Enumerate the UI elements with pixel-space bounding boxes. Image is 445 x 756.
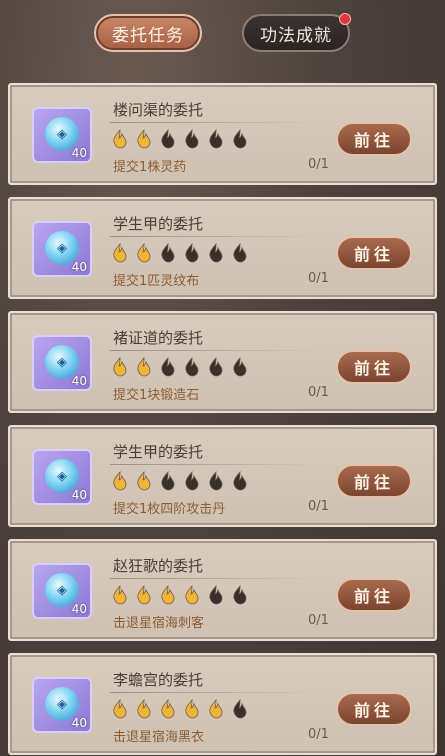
- flame-lit-icon: [134, 698, 154, 719]
- difficulty-flames: [110, 356, 254, 377]
- flame-lit-icon: [182, 698, 202, 719]
- flame-lit-icon: [110, 584, 130, 605]
- flame-lit-icon: [206, 698, 226, 719]
- quest-title: 学生甲的委托: [113, 443, 204, 461]
- quest-card: ◈ 40 赵狂歌的委托 击退星宿海刺客 0/1 前往: [8, 539, 437, 641]
- reward-item-slot[interactable]: ◈ 40: [32, 335, 92, 391]
- quest-card: ◈ 40 李蟾宫的委托 击退星宿海黑衣 0/1 前往: [8, 653, 437, 755]
- flame-unlit-icon: [206, 128, 226, 149]
- flame-unlit-icon: [206, 242, 226, 263]
- quest-card: ◈ 40 褚证道的委托 提交1块锻造石 0/1 前往: [8, 311, 437, 413]
- flame-lit-icon: [110, 242, 130, 263]
- quest-description: 击退星宿海黑衣: [113, 730, 205, 745]
- item-count: 40: [71, 260, 87, 274]
- flame-unlit-icon: [158, 242, 178, 263]
- difficulty-flames: [110, 584, 254, 605]
- quest-card: ◈ 40 学生甲的委托 提交1匹灵纹布 0/1 前往: [8, 197, 437, 299]
- title-divider: [110, 692, 322, 693]
- notification-dot: [339, 13, 351, 25]
- flame-unlit-icon: [158, 356, 178, 377]
- flame-unlit-icon: [158, 470, 178, 491]
- quest-description: 提交1株灵药: [113, 160, 187, 175]
- tab-skill-achievements-label: 功法成就: [260, 25, 332, 46]
- quest-description: 击退星宿海刺客: [113, 616, 205, 631]
- quest-progress: 0/1: [308, 271, 329, 286]
- flame-unlit-icon: [206, 470, 226, 491]
- reward-item-slot[interactable]: ◈ 40: [32, 677, 92, 733]
- flame-unlit-icon: [230, 698, 250, 719]
- flame-lit-icon: [110, 698, 130, 719]
- item-count: 40: [71, 374, 87, 388]
- title-divider: [110, 122, 322, 123]
- flame-unlit-icon: [230, 242, 250, 263]
- go-button[interactable]: 前往: [336, 692, 412, 726]
- difficulty-flames: [110, 128, 254, 149]
- quest-title: 褚证道的委托: [113, 329, 204, 347]
- quest-progress: 0/1: [308, 613, 329, 628]
- flame-lit-icon: [134, 584, 154, 605]
- difficulty-flames: [110, 242, 254, 263]
- reward-item-slot[interactable]: ◈ 40: [32, 563, 92, 619]
- title-divider: [110, 350, 322, 351]
- quest-card: ◈ 40 楼问渠的委托 提交1株灵药 0/1 前往: [8, 83, 437, 185]
- flame-unlit-icon: [230, 356, 250, 377]
- quest-description: 提交1枚四阶攻击丹: [113, 502, 226, 517]
- quest-title: 赵狂歌的委托: [113, 557, 204, 575]
- quest-description: 提交1块锻造石: [113, 388, 200, 403]
- flame-lit-icon: [134, 356, 154, 377]
- go-button[interactable]: 前往: [336, 464, 412, 498]
- tab-commission-tasks[interactable]: 委托任务: [94, 14, 202, 52]
- flame-lit-icon: [110, 470, 130, 491]
- flame-unlit-icon: [206, 584, 226, 605]
- quest-progress: 0/1: [308, 157, 329, 172]
- quest-title: 楼问渠的委托: [113, 101, 204, 119]
- quest-progress: 0/1: [308, 727, 329, 742]
- flame-unlit-icon: [182, 128, 202, 149]
- flame-unlit-icon: [182, 242, 202, 263]
- item-count: 40: [71, 716, 87, 730]
- flame-unlit-icon: [230, 128, 250, 149]
- title-divider: [110, 236, 322, 237]
- flame-lit-icon: [110, 128, 130, 149]
- flame-lit-icon: [134, 128, 154, 149]
- tab-bar: 委托任务 功法成就: [0, 13, 445, 54]
- title-divider: [110, 464, 322, 465]
- title-divider: [110, 578, 322, 579]
- go-button[interactable]: 前往: [336, 236, 412, 270]
- quest-description: 提交1匹灵纹布: [113, 274, 200, 289]
- flame-unlit-icon: [182, 356, 202, 377]
- reward-item-slot[interactable]: ◈ 40: [32, 449, 92, 505]
- flame-unlit-icon: [182, 470, 202, 491]
- item-count: 40: [71, 602, 87, 616]
- flame-lit-icon: [158, 584, 178, 605]
- quest-progress: 0/1: [308, 385, 329, 400]
- quest-title: 李蟾宫的委托: [113, 671, 204, 689]
- go-button[interactable]: 前往: [336, 122, 412, 156]
- flame-lit-icon: [110, 356, 130, 377]
- difficulty-flames: [110, 698, 254, 719]
- quest-card: ◈ 40 学生甲的委托提交1枚四阶攻击丹 0/1 前往: [8, 425, 437, 527]
- flame-lit-icon: [158, 698, 178, 719]
- flame-lit-icon: [134, 470, 154, 491]
- reward-item-slot[interactable]: ◈ 40: [32, 221, 92, 277]
- item-count: 40: [71, 488, 87, 502]
- go-button[interactable]: 前往: [336, 578, 412, 612]
- flame-unlit-icon: [158, 128, 178, 149]
- difficulty-flames: [110, 470, 254, 491]
- flame-lit-icon: [182, 584, 202, 605]
- reward-item-slot[interactable]: ◈ 40: [32, 107, 92, 163]
- flame-unlit-icon: [206, 356, 226, 377]
- go-button[interactable]: 前往: [336, 350, 412, 384]
- quest-title: 学生甲的委托: [113, 215, 204, 233]
- flame-unlit-icon: [230, 470, 250, 491]
- item-count: 40: [71, 146, 87, 160]
- tab-skill-achievements[interactable]: 功法成就: [242, 13, 351, 52]
- flame-unlit-icon: [230, 584, 250, 605]
- flame-lit-icon: [134, 242, 154, 263]
- quest-progress: 0/1: [308, 499, 329, 514]
